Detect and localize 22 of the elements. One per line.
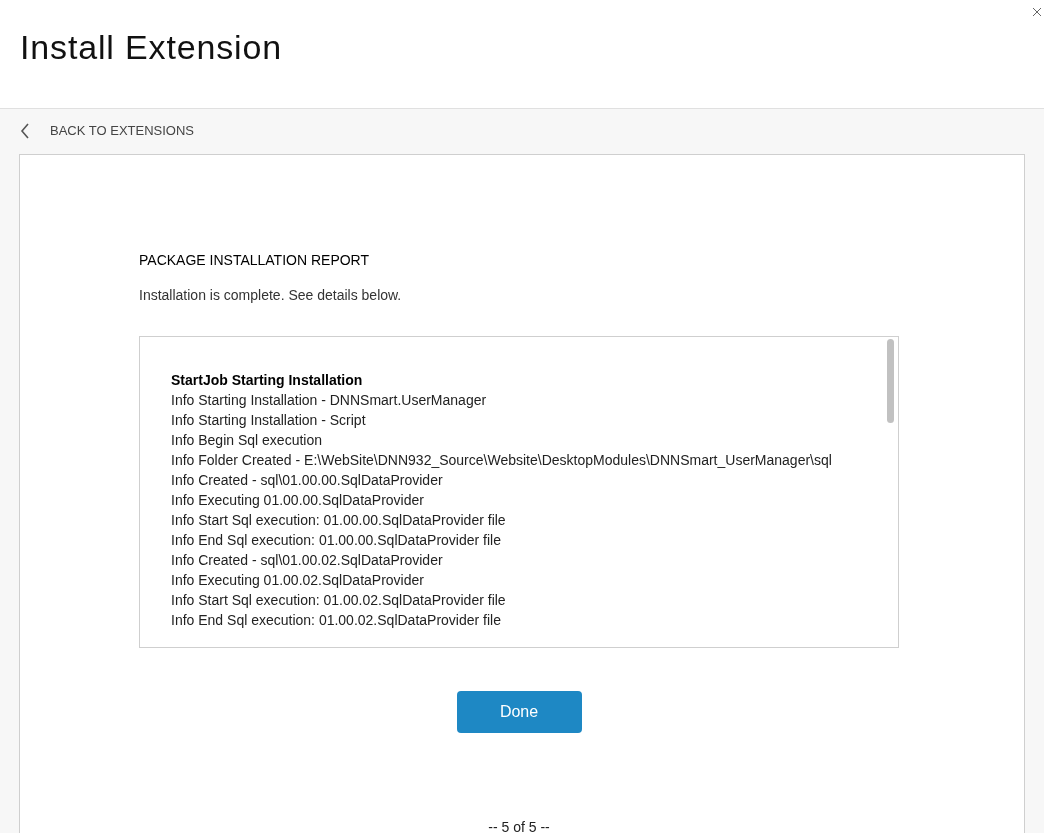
log-line: Info Start Sql execution: 01.00.02.SqlDataProvider file [171,591,507,610]
scrollbar-thumb[interactable] [887,339,894,423]
close-icon[interactable] [1032,7,1042,17]
back-link[interactable]: BACK TO EXTENSIONS [50,121,194,141]
log-line: Info End Sql execution: 01.00.02.SqlDataProvider file [171,611,502,630]
log-line: Info Begin Sql execution [171,431,323,450]
log-line: Info Folder Created - E:\WebSite\DNN932_Source\Website\DesktopModules\DNNSmart_UserManager\sql [171,451,833,470]
done-button[interactable]: Done [456,691,582,733]
log-line: Info Created - sql\01.00.00.SqlDataProvider [171,471,444,490]
log-line: Info Start Sql execution: 01.00.00.SqlDataProvider file [171,511,507,530]
page-indicator: -- 5 of 5 -- [488,818,550,833]
window-title: Install Extension [20,26,283,68]
log-line: Info Starting Installation - Script [171,411,367,430]
log-line: Info Executing 01.00.02.SqlDataProvider [171,571,425,590]
log-line: Info Starting Installation - DNNSmart.UserManager [171,391,488,410]
report-message: Installation is complete. See details below. [139,286,403,305]
log-line: Info Executing 01.00.00.SqlDataProvider [171,491,425,510]
log-line: Info End Sql execution: 01.00.00.SqlDataProvider file [171,531,502,550]
report-heading: PACKAGE INSTALLATION REPORT [139,251,370,270]
log-line: Info Created - sql\01.00.02.SqlDataProvider [171,551,444,570]
back-chevron-icon[interactable] [20,123,30,139]
log-header-line: StartJob Starting Installation [171,371,364,390]
